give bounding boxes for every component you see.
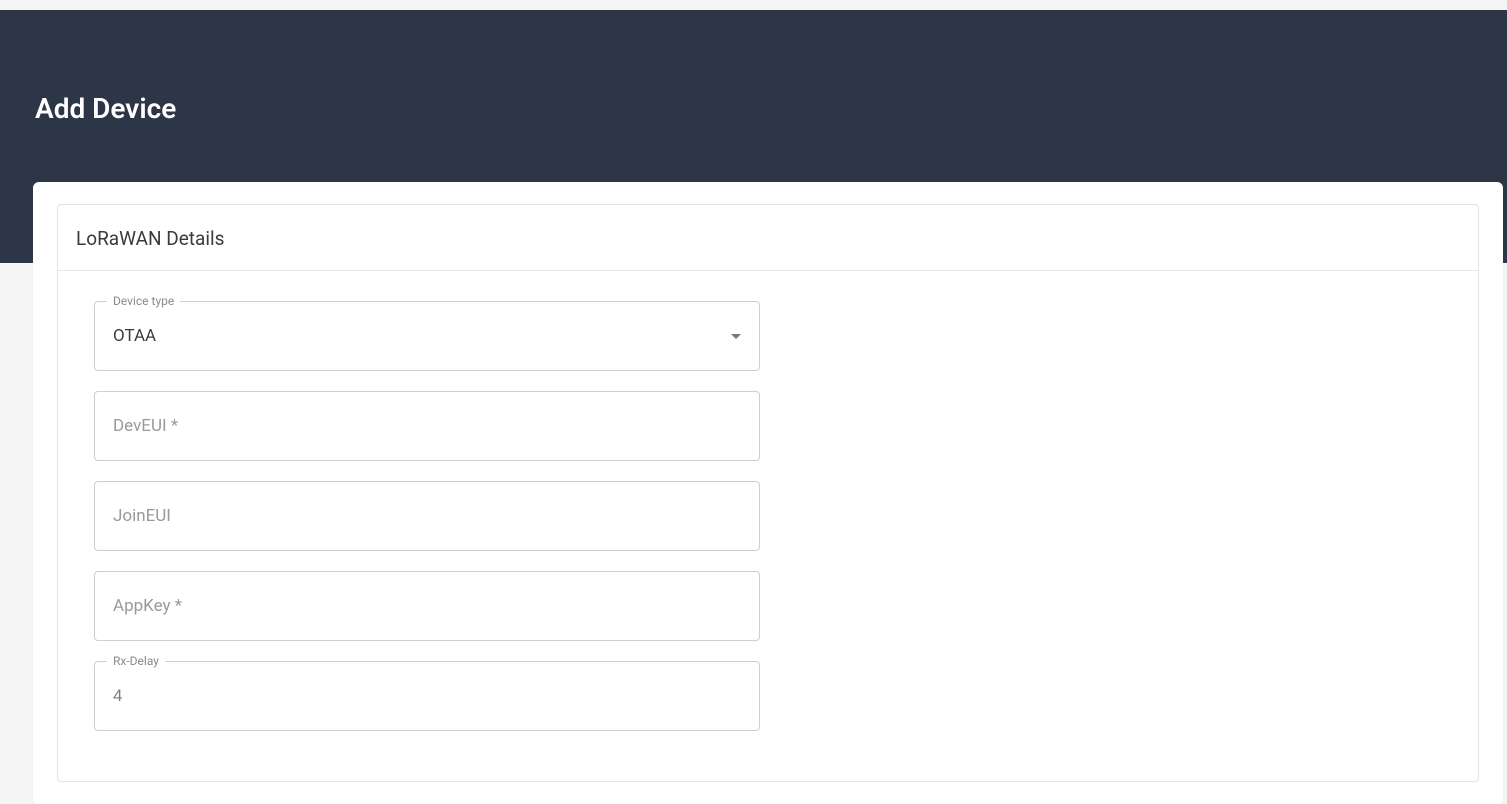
appkey-wrapper: AppKey * — [94, 571, 760, 641]
section-header: LoRaWAN Details — [58, 205, 1478, 271]
joineui-input[interactable] — [113, 482, 741, 550]
section-title: LoRaWAN Details — [76, 227, 1460, 250]
rxdelay-wrapper: Rx-Delay — [94, 661, 760, 731]
section-body: Device type OTAA DevEUI * JoinEUI — [58, 271, 1478, 781]
page-title: Add Device — [0, 10, 1507, 125]
lorawan-section: LoRaWAN Details Device type OTAA DevEUI … — [57, 204, 1479, 782]
appkey-field: AppKey * — [94, 571, 760, 641]
rxdelay-field: Rx-Delay — [94, 661, 760, 731]
deveui-field: DevEUI * — [94, 391, 760, 461]
deveui-wrapper: DevEUI * — [94, 391, 760, 461]
main-card: LoRaWAN Details Device type OTAA DevEUI … — [33, 182, 1503, 804]
appkey-input[interactable] — [113, 572, 741, 640]
chevron-down-icon — [731, 334, 741, 339]
device-type-label: Device type — [107, 294, 180, 308]
rxdelay-label: Rx-Delay — [107, 654, 165, 668]
device-type-field: Device type OTAA — [94, 301, 760, 371]
joineui-field: JoinEUI — [94, 481, 760, 551]
rxdelay-input[interactable] — [113, 662, 741, 730]
top-bar — [0, 0, 1507, 10]
deveui-input[interactable] — [113, 392, 741, 460]
device-type-select[interactable]: Device type OTAA — [94, 301, 760, 371]
device-type-value: OTAA — [113, 326, 731, 346]
joineui-wrapper: JoinEUI — [94, 481, 760, 551]
